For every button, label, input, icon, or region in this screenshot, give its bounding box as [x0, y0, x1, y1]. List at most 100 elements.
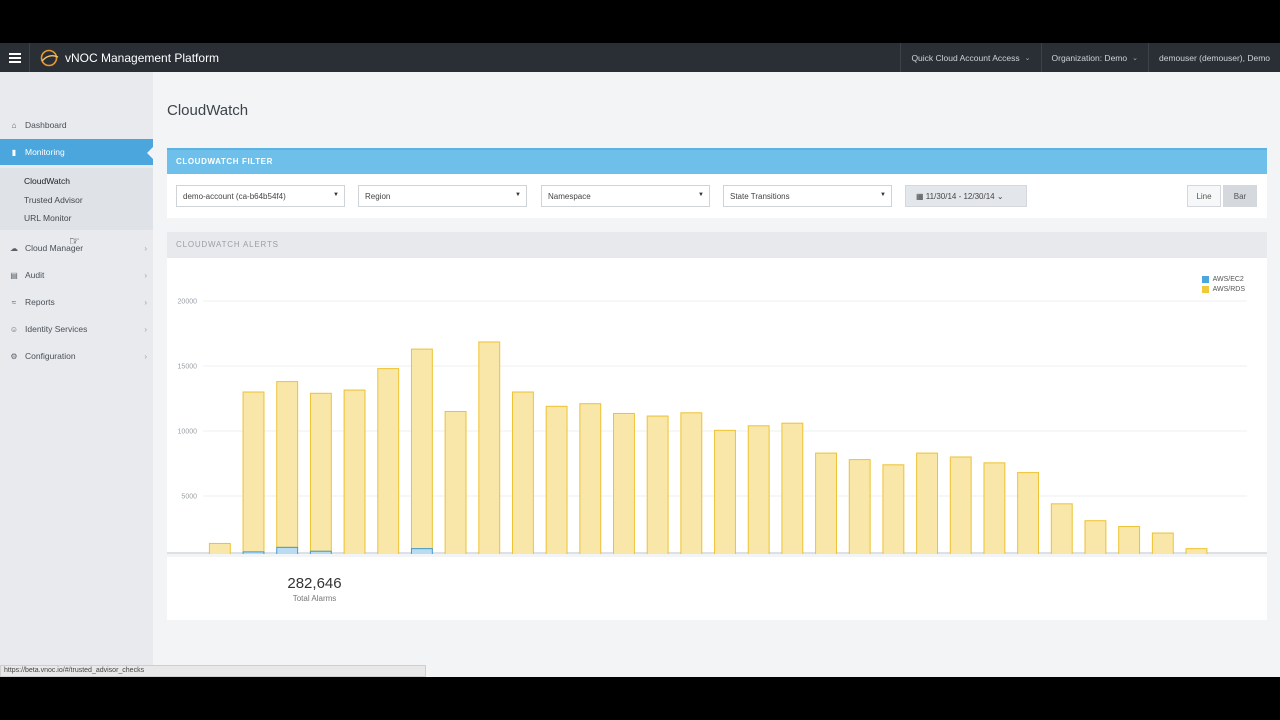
chevron-down-icon: ⌄ [1132, 54, 1138, 62]
mouse-pointer-icon: ☞ [69, 234, 80, 248]
date-range-picker[interactable]: ▦ 11/30/14 - 12/30/14 ⌄ [905, 185, 1027, 207]
sidebar-item-label: Monitoring [25, 147, 65, 157]
sidebar-item-label: Identity Services [25, 324, 88, 334]
sidebar-item-label: Configuration [25, 351, 76, 361]
menu-toggle-button[interactable] [0, 43, 30, 72]
sidebar-item-reports[interactable]: ≈ Reports › [0, 289, 153, 315]
bar-aws-rds [1151, 532, 1174, 554]
legend-item[interactable]: AWS/RDS [1201, 286, 1245, 293]
quick-cloud-access-dropdown[interactable]: Quick Cloud Account Access ⌄ [900, 43, 1040, 72]
bar-aws-rds [815, 452, 837, 554]
sidebar-item-label: Reports [25, 297, 55, 307]
sidebar-item-dashboard[interactable]: ⌂ Dashboard [0, 112, 153, 138]
bar-aws-rds [276, 381, 299, 548]
user-menu[interactable]: demouser (demouser), Demo [1147, 43, 1280, 72]
users-icon: ☺ [9, 324, 19, 334]
sidebar-item-audit[interactable]: ▤ Audit › [0, 262, 153, 288]
bar-aws-rds [1118, 526, 1141, 554]
namespace-select[interactable]: Namespace ▼ [541, 185, 710, 207]
line-toggle-button[interactable]: Line [1187, 185, 1221, 207]
metric-select-value: State Transitions [730, 192, 790, 201]
chevron-down-icon: ⌄ [1024, 54, 1031, 62]
bar-aws-rds [1017, 472, 1040, 554]
legend-swatch [1201, 276, 1209, 283]
chart-legend: AWS/EC2 AWS/RDS [1201, 276, 1245, 296]
page-title: CloudWatch [167, 102, 249, 119]
dropdown-arrow-icon: ▼ [880, 192, 886, 198]
bar-toggle-button[interactable]: Bar [1223, 185, 1257, 207]
chevron-down-icon: ⌄ [996, 192, 1004, 201]
app-window: vNOC Management Platform Quick Cloud Acc… [0, 43, 1280, 677]
bar-aws-ec2 [242, 551, 265, 554]
y-tick-label: 10000 [178, 429, 198, 436]
dropdown-arrow-icon: ▼ [698, 192, 704, 198]
bar-aws-rds [882, 464, 905, 554]
chevron-right-icon: › [144, 243, 147, 253]
organization-dropdown[interactable]: Organization: Demo ⌄ [1040, 43, 1148, 72]
line-chart-icon: ≈ [11, 297, 17, 307]
cloud-icon: ☁ [10, 243, 18, 253]
bar-aws-rds [1185, 548, 1208, 554]
signal-icon: ▮ [11, 147, 17, 157]
sidebar-item-label: Dashboard [25, 120, 67, 130]
alerts-bar-chart: 0500010000150002000011/3012/0212/0412/06… [178, 299, 1247, 554]
user-label: demouser (demouser), Demo [1158, 52, 1270, 63]
account-select[interactable]: demo-account (ca-b64b54f4) ▼ [176, 185, 345, 207]
chevron-right-icon: › [144, 297, 147, 307]
brand-name: vNOC Management Platform [65, 50, 220, 65]
bar-aws-ec2 [309, 550, 332, 554]
submenu-item-cloudwatch[interactable]: CloudWatch [24, 176, 70, 186]
list-icon: ▤ [10, 270, 18, 280]
legend-item[interactable]: AWS/EC2 [1201, 276, 1245, 283]
bar-aws-rds [613, 412, 635, 554]
y-tick-label: 15000 [178, 364, 198, 371]
vnoc-logo-icon [40, 49, 59, 66]
monitoring-submenu: CloudWatch Trusted Advisor URL Monitor [0, 168, 153, 230]
bar-aws-rds [646, 415, 669, 554]
filter-panel: demo-account (ca-b64b54f4) ▼ Region ▼ Name… [167, 174, 1267, 218]
bar-aws-rds [511, 391, 534, 554]
submenu-item-url-monitor[interactable]: URL Monitor [24, 213, 71, 223]
bar-aws-rds [714, 429, 736, 554]
bar-aws-rds [410, 348, 433, 550]
active-indicator [147, 147, 153, 159]
total-alarms-label: Total Alarms [292, 594, 337, 603]
brand[interactable]: vNOC Management Platform [38, 43, 219, 72]
top-navbar: vNOC Management Platform Quick Cloud Acc… [0, 43, 1280, 72]
browser-status-bar: https://beta.vnoc.io/#/trusted_advisor_c… [0, 665, 426, 677]
bar-aws-rds [1084, 520, 1107, 554]
y-tick-label: 5000 [181, 494, 197, 501]
sidebar-item-monitoring[interactable]: ▮ Monitoring [0, 139, 153, 165]
totals-panel: 282,646 Total Alarms [167, 557, 1267, 620]
bar-aws-ec2 [276, 546, 299, 554]
chevron-right-icon: › [144, 324, 147, 334]
bar-aws-rds [1050, 503, 1073, 554]
sidebar-item-configuration[interactable]: ⚙ Configuration › [0, 343, 153, 369]
legend-swatch [1201, 286, 1209, 293]
sidebar: ⌂ Dashboard ▮ Monitoring CloudWatch Trus… [0, 72, 153, 677]
dropdown-arrow-icon: ▼ [333, 192, 339, 198]
alerts-panel-header: CLOUDWATCH ALERTS [167, 232, 1267, 258]
home-icon: ⌂ [11, 120, 17, 130]
submenu-item-trusted-advisor[interactable]: Trusted Advisor [24, 195, 83, 205]
hamburger-icon [8, 56, 21, 59]
bar-aws-rds [680, 412, 703, 554]
legend-label: AWS/EC2 [1212, 276, 1244, 283]
top-menu: Quick Cloud Account Access ⌄ Organization… [900, 43, 1280, 72]
filter-panel-header: CLOUDWATCH FILTER [167, 148, 1267, 174]
bar-aws-rds [343, 389, 366, 554]
bar-aws-rds [545, 405, 568, 554]
dropdown-arrow-icon: ▼ [515, 192, 521, 198]
bar-aws-rds [444, 411, 467, 554]
region-select[interactable]: Region ▼ [358, 185, 527, 207]
legend-label: AWS/RDS [1212, 286, 1245, 293]
bar-aws-rds [478, 341, 501, 554]
sidebar-item-identity-services[interactable]: ☺ Identity Services › [0, 316, 153, 342]
alerts-chart: 0500010000150002000011/3012/0212/0412/06… [167, 258, 1267, 554]
account-select-value: demo-account (ca-b64b54f4) [183, 192, 286, 201]
metric-select[interactable]: State Transitions ▼ [723, 185, 892, 207]
region-select-value: Region [365, 192, 391, 201]
sidebar-item-label: Audit [25, 270, 45, 280]
y-tick-label: 20000 [178, 299, 198, 306]
bar-aws-rds [242, 391, 265, 553]
